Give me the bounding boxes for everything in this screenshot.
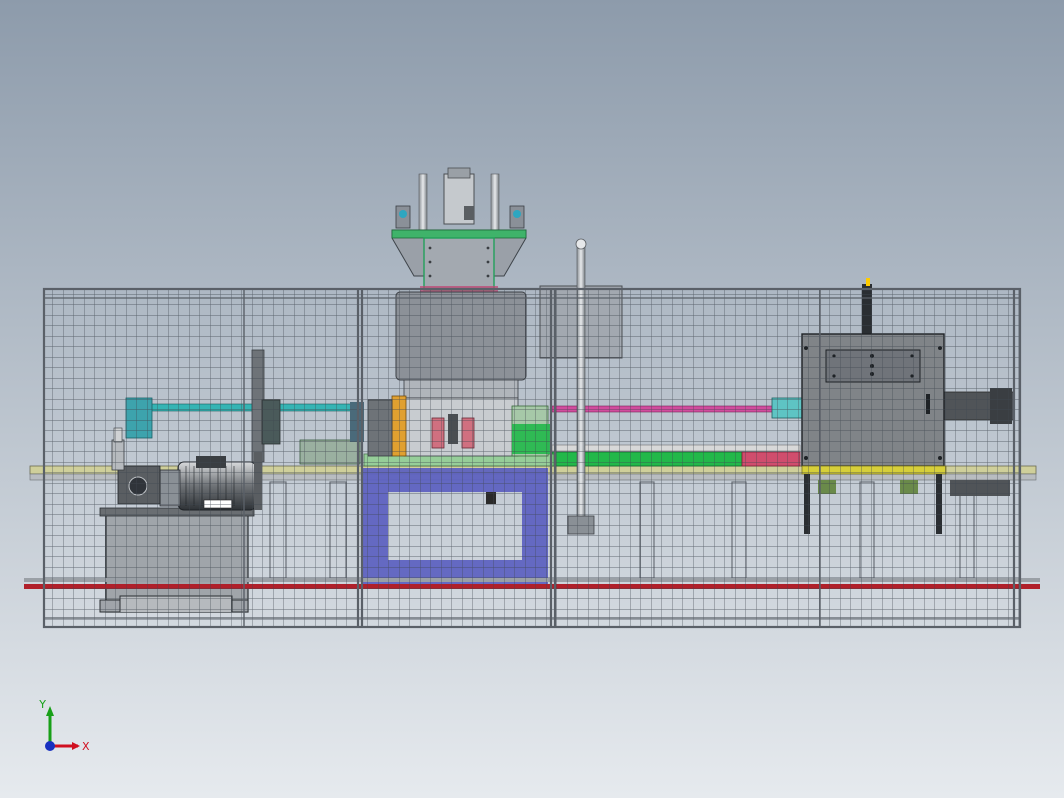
x-axis-label: X xyxy=(82,740,90,753)
assembly-canvas: X Y xyxy=(0,0,1064,798)
safety-fence xyxy=(42,287,1022,629)
cad-viewport[interactable]: X Y xyxy=(0,0,1064,798)
y-axis-label: Y xyxy=(38,698,46,711)
